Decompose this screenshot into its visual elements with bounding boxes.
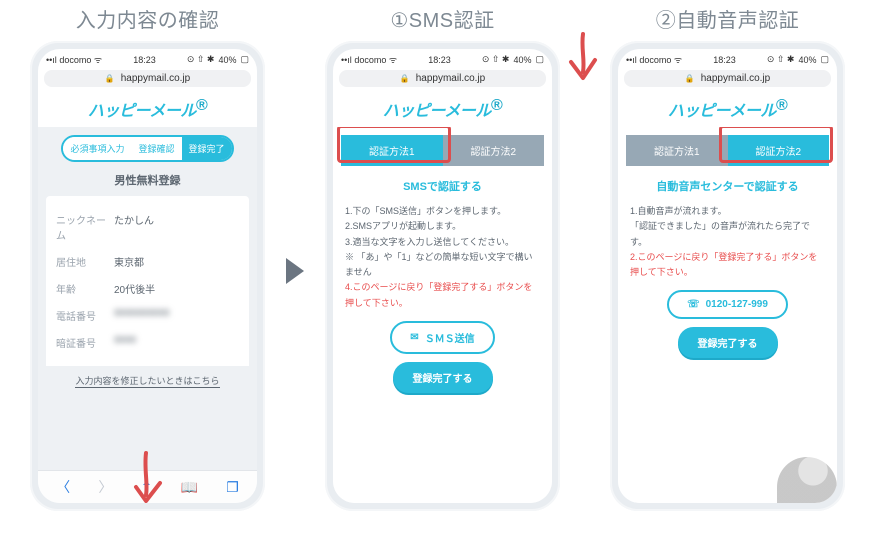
auth-tabs: 認証方法1 認証方法2	[626, 135, 829, 166]
signal-icon: ••ıl	[341, 55, 354, 65]
back-icon[interactable]: 〈	[56, 477, 70, 497]
instructions: 1.下の「SMS送信」ボタンを押します。 2.SMSアプリが起動します。 3.適…	[341, 204, 544, 311]
button-label: 登録完了する	[698, 339, 758, 350]
lock-icon: 🔒	[685, 74, 695, 83]
col-confirm: 入力内容の確認 ••ıl docomo ᯤ 18:23 ⊙ ⇧ ✱ 40% ▢ …	[30, 0, 265, 511]
complete-registration-button[interactable]: 登録完了する	[393, 362, 493, 393]
forward-icon: 〉	[98, 477, 112, 497]
phone-mock-3: ••ıl docomo ᯤ 18:23 ⊙ ⇧ ✱ 40% ▢ 🔒 happym…	[610, 41, 845, 511]
screen-2: ••ıl docomo ᯤ 18:23 ⊙ ⇧ ✱ 40% ▢ 🔒 happym…	[333, 49, 552, 503]
status-right: ⊙ ⇧ ✱ 40% ▢	[767, 54, 829, 65]
address-bar[interactable]: 🔒 happymail.co.jp	[624, 70, 831, 87]
annotation-arrow-2	[559, 30, 605, 90]
step-2: 登録確認	[131, 137, 181, 160]
instr-line: ※ 「あ」や「1」などの簡単な短い文字で構いません	[345, 250, 540, 281]
section-title-1: 入力内容の確認	[76, 4, 220, 33]
bookmarks-icon[interactable]: 📖	[181, 479, 198, 496]
button-label: 登録完了する	[413, 374, 473, 385]
col-sms: ①SMS認証 ••ıl docomo ᯤ 18:23 ⊙ ⇧ ✱ 40% ▢ 🔒…	[325, 0, 560, 511]
review-card: ニックネームたかしん 居住地東京都 年齢20代後半 電話番号0000000000…	[46, 196, 249, 366]
phone-mock-2: ••ıl docomo ᯤ 18:23 ⊙ ⇧ ✱ 40% ▢ 🔒 happym…	[325, 41, 560, 511]
signal-icon: ••ıl	[626, 55, 639, 65]
battery-icon: ▢	[535, 54, 544, 65]
status-right: ⊙ ⇧ ✱ 40% ▢	[482, 54, 544, 65]
status-bar: ••ıl docomo ᯤ 18:23 ⊙ ⇧ ✱ 40% ▢	[38, 49, 257, 68]
col-voice: ②自動音声認証 ••ıl docomo ᯤ 18:23 ⊙ ⇧ ✱ 40% ▢ …	[610, 0, 845, 511]
tab-method-2[interactable]: 認証方法2	[443, 135, 545, 166]
send-sms-button[interactable]: ✉ ＳＭＳ送信	[390, 321, 494, 354]
mail-icon: ✉	[410, 332, 418, 343]
app-logo[interactable]: ハッピーメール®	[618, 91, 837, 127]
status-right: ⊙ ⇧ ✱ 40% ▢	[187, 54, 249, 65]
page-content-3: 認証方法1 認証方法2 自動音声センターで認証する 1.自動音声が流れます。 「…	[618, 127, 837, 503]
support-illustration	[777, 457, 837, 503]
screen-3: ••ıl docomo ᯤ 18:23 ⊙ ⇧ ✱ 40% ▢ 🔒 happym…	[618, 49, 837, 503]
instr-line: 「認証できました」の音声が流れたら完了です。	[630, 219, 825, 250]
field-phone: 電話番号0000000000	[56, 302, 239, 329]
app-logo[interactable]: ハッピーメール®	[333, 91, 552, 127]
tab-method-1[interactable]: 認証方法1	[626, 135, 728, 166]
button-label: 0120-127-999	[706, 299, 768, 310]
clock: 18:23	[428, 55, 451, 65]
url-host: happymail.co.jp	[701, 73, 770, 84]
field-pin: 暗証番号0000	[56, 329, 239, 356]
instr-line: 1.自動音声が流れます。	[630, 204, 825, 219]
lock-icon: 🔒	[105, 74, 115, 83]
field-nickname: ニックネームたかしん	[56, 206, 239, 248]
flow-arrow-icon	[280, 36, 310, 506]
field-age: 年齢20代後半	[56, 275, 239, 302]
page-content-2: 認証方法1 認証方法2 SMSで認証する 1.下の「SMS送信」ボタンを押します…	[333, 127, 552, 503]
instr-line: 3.適当な文字を入力し送信してください。	[345, 235, 540, 250]
edit-link[interactable]: 入力内容を修正したいときはこちら	[75, 374, 219, 388]
safari-toolbar: 〈 〉 ⇧ 📖 ❐	[38, 470, 257, 503]
clock: 18:23	[133, 55, 156, 65]
carrier-text: ••ıl docomo ᯤ	[46, 53, 102, 66]
lock-icon: 🔒	[400, 74, 410, 83]
step-3: 登録完了	[182, 137, 232, 160]
tab-method-1[interactable]: 認証方法1	[341, 135, 443, 166]
clock: 18:23	[713, 55, 736, 65]
phone-mock-1: ••ıl docomo ᯤ 18:23 ⊙ ⇧ ✱ 40% ▢ 🔒 happym…	[30, 41, 265, 511]
tab-method-2[interactable]: 認証方法2	[728, 135, 830, 166]
carrier-text: ••ıl docomo ᯤ	[626, 53, 682, 66]
button-label: ＳＭＳ送信	[425, 330, 475, 345]
url-host: happymail.co.jp	[121, 73, 190, 84]
method-heading: SMSで認証する	[403, 178, 482, 194]
address-bar[interactable]: 🔒 happymail.co.jp	[339, 70, 546, 87]
url-host: happymail.co.jp	[416, 73, 485, 84]
share-icon[interactable]: ⇧	[141, 479, 153, 496]
section-title-3: ②自動音声認証	[656, 4, 800, 33]
signal-icon: ••ıl	[46, 55, 59, 65]
instructions: 1.自動音声が流れます。 「認証できました」の音声が流れたら完了です。 2.この…	[626, 204, 829, 280]
page-content-1: 必須事項入力 登録確認 登録完了 男性無料登録 ニックネームたかしん 居住地東京…	[38, 127, 257, 470]
field-location: 居住地東京都	[56, 248, 239, 275]
call-number-button[interactable]: ☏ 0120-127-999	[667, 290, 788, 319]
step-1: 必須事項入力	[63, 137, 131, 160]
app-logo[interactable]: ハッピーメール®	[38, 91, 257, 127]
layout-row: 入力内容の確認 ••ıl docomo ᯤ 18:23 ⊙ ⇧ ✱ 40% ▢ …	[30, 0, 845, 511]
method-heading: 自動音声センターで認証する	[656, 178, 798, 194]
auth-tabs: 認証方法1 認証方法2	[341, 135, 544, 166]
tabs-icon[interactable]: ❐	[226, 479, 239, 496]
carrier-text: ••ıl docomo ᯤ	[341, 53, 397, 66]
progress-steps: 必須事項入力 登録確認 登録完了	[61, 135, 233, 162]
instr-line: 2.このページに戻り「登録完了する」ボタンを押して下さい。	[630, 250, 825, 281]
address-bar[interactable]: 🔒 happymail.co.jp	[44, 70, 251, 87]
status-bar: ••ıl docomo ᯤ 18:23 ⊙ ⇧ ✱ 40% ▢	[333, 49, 552, 68]
status-bar: ••ıl docomo ᯤ 18:23 ⊙ ⇧ ✱ 40% ▢	[618, 49, 837, 68]
instr-line: 2.SMSアプリが起動します。	[345, 219, 540, 234]
battery-icon: ▢	[820, 54, 829, 65]
screen-1: ••ıl docomo ᯤ 18:23 ⊙ ⇧ ✱ 40% ▢ 🔒 happym…	[38, 49, 257, 503]
complete-registration-button[interactable]: 登録完了する	[678, 327, 778, 358]
instr-line: 1.下の「SMS送信」ボタンを押します。	[345, 204, 540, 219]
instr-line: 4.このページに戻り「登録完了する」ボタンを押して下さい。	[345, 280, 540, 311]
phone-icon: ☏	[687, 299, 700, 310]
form-heading: 男性無料登録	[115, 172, 181, 188]
section-title-2: ①SMS認証	[390, 4, 494, 33]
battery-icon: ▢	[240, 54, 249, 65]
